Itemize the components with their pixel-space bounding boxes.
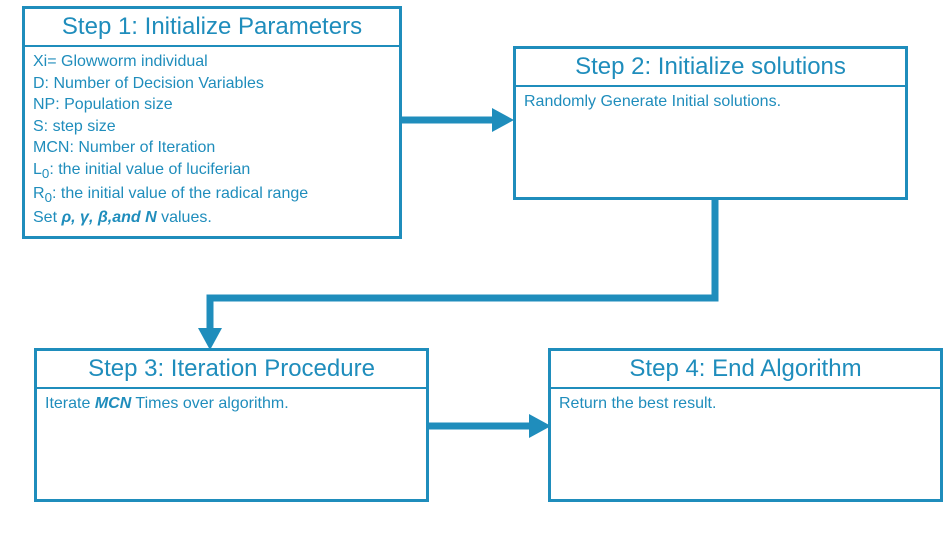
step1-line: L0: the initial value of luciferian <box>33 159 391 183</box>
step2-content: Randomly Generate Initial solutions. <box>516 87 905 117</box>
step2-title: Step 2: Initialize solutions <box>516 49 905 87</box>
step1-title: Step 1: Initialize Parameters <box>25 9 399 47</box>
step1-line: Xi= Glowworm individual <box>33 51 391 73</box>
step2-box: Step 2: Initialize solutions Randomly Ge… <box>513 46 908 200</box>
step1-line: S: step size <box>33 116 391 138</box>
step1-line: NP: Population size <box>33 94 391 116</box>
step3-content: Iterate MCN Times over algorithm. <box>37 389 426 419</box>
step4-content: Return the best result. <box>551 389 940 419</box>
step1-line: D: Number of Decision Variables <box>33 73 391 95</box>
step3-box: Step 3: Iteration Procedure Iterate MCN … <box>34 348 429 502</box>
arrow-step2-to-step3 <box>195 198 725 358</box>
arrow-step1-to-step2 <box>402 100 522 140</box>
step4-box: Step 4: End Algorithm Return the best re… <box>548 348 943 502</box>
step1-line: MCN: Number of Iteration <box>33 137 391 159</box>
arrow-step3-to-step4 <box>429 406 559 446</box>
